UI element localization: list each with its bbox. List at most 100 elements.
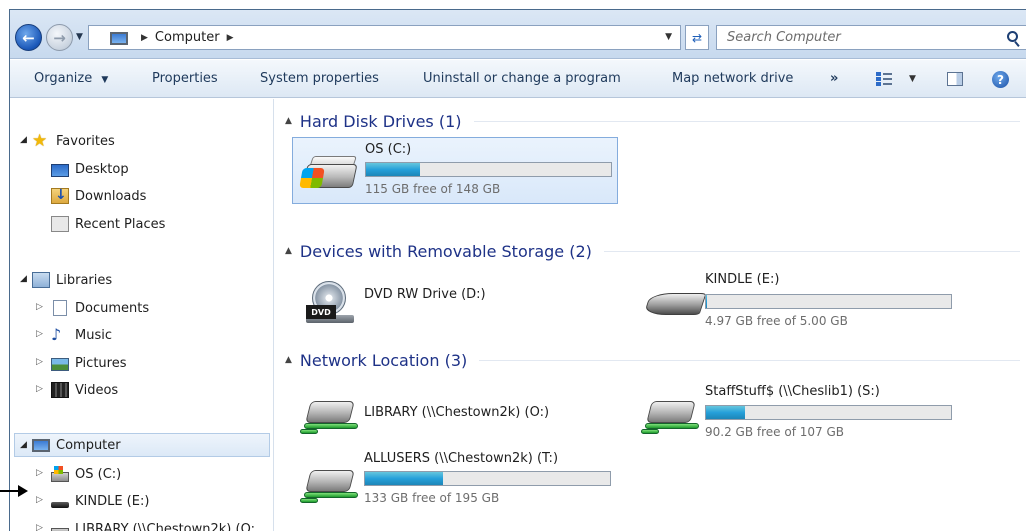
expand-arrow-icon[interactable]: ▷ bbox=[36, 523, 43, 531]
recent-pages-dropdown[interactable]: ▼ bbox=[76, 32, 83, 42]
expand-arrow-icon[interactable]: ▷ bbox=[36, 384, 43, 394]
group-title: Devices with Removable Storage (2) bbox=[299, 241, 592, 261]
drive-usage-bar bbox=[365, 162, 612, 177]
map-network-drive-button[interactable]: Map network drive bbox=[672, 71, 793, 86]
collapse-arrow-icon[interactable]: ◢ bbox=[20, 440, 27, 450]
address-bar[interactable]: ▶ Computer ▶ ▼ bbox=[88, 25, 681, 50]
nav-item-kindle[interactable]: KINDLE (E:) bbox=[51, 489, 149, 513]
more-commands-button[interactable]: » bbox=[830, 71, 838, 86]
drive-usage-fill bbox=[706, 295, 708, 308]
drive-usage-bar bbox=[705, 405, 952, 420]
search-icon[interactable] bbox=[1007, 31, 1018, 42]
nav-item-label: Recent Places bbox=[75, 216, 166, 232]
os-drive-icon bbox=[51, 466, 69, 482]
network-drive-icon bbox=[300, 464, 358, 503]
drive-tile-allusers[interactable]: ALLUSERS (\\Chestown2k) (T:) 133 GB free… bbox=[292, 448, 618, 514]
nav-item-downloads[interactable]: Downloads bbox=[51, 184, 146, 208]
collapse-arrow-icon[interactable]: ▲ bbox=[285, 355, 292, 365]
preview-pane-icon[interactable] bbox=[947, 72, 963, 86]
drive-tile-staffstuff[interactable]: StaffStuff$ (\\Cheslib1) (S:) 90.2 GB fr… bbox=[633, 379, 959, 445]
nav-item-desktop[interactable]: Desktop bbox=[51, 157, 129, 181]
nav-item-label: KINDLE (E:) bbox=[75, 493, 150, 509]
hard-drive-icon bbox=[299, 154, 359, 192]
nav-computer[interactable]: ◢ Computer bbox=[14, 433, 270, 457]
collapse-arrow-icon[interactable]: ▲ bbox=[285, 116, 292, 126]
drive-name: DVD RW Drive (D:) bbox=[364, 287, 486, 302]
collapse-arrow-icon[interactable]: ◢ bbox=[20, 274, 27, 284]
view-options-dropdown-icon[interactable]: ▼ bbox=[909, 74, 916, 84]
drive-usage-bar bbox=[364, 471, 611, 486]
group-header-hard-disk[interactable]: ▲ Hard Disk Drives (1) bbox=[275, 110, 1020, 132]
drive-tile-os[interactable]: OS (C:) 115 GB free of 148 GB bbox=[292, 137, 618, 204]
explorer-window: ← → ▼ ▶ Computer ▶ ▼ ⇄ Organize ▼ Proper… bbox=[9, 9, 1026, 531]
change-view-icon[interactable] bbox=[876, 72, 892, 86]
breadcrumb-separator-icon[interactable]: ▶ bbox=[141, 33, 148, 43]
address-history-dropdown-icon[interactable]: ▼ bbox=[665, 32, 672, 42]
forward-button[interactable]: → bbox=[46, 24, 73, 51]
divider bbox=[603, 250, 1020, 252]
group-header-removable[interactable]: ▲ Devices with Removable Storage (2) bbox=[275, 240, 1020, 262]
drive-name: OS (C:) bbox=[365, 142, 412, 157]
command-bar: Organize ▼ Properties System properties … bbox=[10, 60, 1026, 98]
group-title: Hard Disk Drives (1) bbox=[299, 111, 462, 131]
drive-free-space: 4.97 GB free of 5.00 GB bbox=[705, 314, 848, 328]
drive-name: KINDLE (E:) bbox=[705, 272, 780, 287]
nav-libraries-label: Libraries bbox=[56, 272, 113, 288]
pictures-icon bbox=[51, 357, 69, 371]
collapse-arrow-icon[interactable]: ▲ bbox=[285, 246, 292, 256]
nav-item-music[interactable]: ♪ Music bbox=[51, 323, 112, 347]
divider bbox=[473, 120, 1020, 122]
nav-item-label: Pictures bbox=[75, 355, 127, 371]
chevron-down-icon: ▼ bbox=[101, 75, 109, 85]
back-button[interactable]: ← bbox=[15, 24, 42, 51]
nav-computer-label: Computer bbox=[56, 437, 121, 453]
nav-item-videos[interactable]: Videos bbox=[51, 378, 118, 402]
organize-button[interactable]: Organize ▼ bbox=[34, 71, 108, 86]
drive-free-space: 90.2 GB free of 107 GB bbox=[705, 425, 844, 439]
system-properties-button[interactable]: System properties bbox=[260, 71, 379, 86]
drive-usage-fill bbox=[706, 406, 746, 419]
drive-tile-dvd[interactable]: DVD DVD RW Drive (D:) bbox=[292, 269, 618, 335]
nav-item-documents[interactable]: Documents bbox=[51, 296, 149, 320]
group-header-network[interactable]: ▲ Network Location (3) bbox=[275, 349, 1020, 371]
nav-item-label: Videos bbox=[75, 382, 119, 398]
refresh-button[interactable]: ⇄ bbox=[685, 25, 709, 50]
search-input[interactable] bbox=[727, 30, 987, 45]
content-pane: ▲ Hard Disk Drives (1) OS (C:) 115 GB fr… bbox=[275, 99, 1026, 531]
expand-arrow-icon[interactable]: ▷ bbox=[36, 357, 43, 367]
nav-item-recent-places[interactable]: Recent Places bbox=[51, 212, 165, 236]
expand-arrow-icon[interactable]: ▷ bbox=[36, 495, 43, 505]
drive-tile-kindle[interactable]: KINDLE (E:) 4.97 GB free of 5.00 GB bbox=[633, 269, 959, 335]
help-icon[interactable]: ? bbox=[992, 71, 1009, 88]
expand-arrow-icon[interactable]: ▷ bbox=[36, 329, 43, 339]
uninstall-program-button[interactable]: Uninstall or change a program bbox=[423, 71, 621, 86]
breadcrumb-computer[interactable]: Computer bbox=[155, 30, 220, 45]
search-box[interactable] bbox=[716, 25, 1026, 50]
computer-icon bbox=[32, 439, 50, 452]
downloads-folder-icon bbox=[51, 187, 69, 204]
music-icon: ♪ bbox=[51, 325, 62, 344]
drive-name: StaffStuff$ (\\Cheslib1) (S:) bbox=[705, 384, 880, 399]
documents-icon bbox=[53, 300, 67, 316]
nav-favorites[interactable]: ★ Favorites bbox=[32, 129, 115, 153]
nav-libraries[interactable]: Libraries bbox=[32, 268, 112, 292]
nav-item-label: Music bbox=[75, 327, 112, 343]
dvd-drive-icon: DVD bbox=[300, 281, 358, 323]
nav-item-label: Downloads bbox=[75, 188, 147, 204]
organize-label: Organize bbox=[34, 71, 93, 86]
collapse-arrow-icon[interactable]: ◢ bbox=[20, 135, 27, 145]
expand-arrow-icon[interactable]: ▷ bbox=[36, 302, 43, 312]
nav-item-library-network[interactable]: LIBRARY (\\Chestown2k) (O: bbox=[51, 517, 255, 531]
breadcrumb-separator-icon[interactable]: ▶ bbox=[227, 33, 234, 43]
drive-tile-library-network[interactable]: LIBRARY (\\Chestown2k) (O:) bbox=[292, 379, 618, 445]
refresh-icon: ⇄ bbox=[691, 30, 703, 45]
nav-item-os-drive[interactable]: OS (C:) bbox=[51, 462, 121, 486]
drive-free-space: 133 GB free of 195 GB bbox=[364, 491, 500, 505]
address-row: ← → ▼ ▶ Computer ▶ ▼ ⇄ bbox=[10, 10, 1026, 59]
nav-item-pictures[interactable]: Pictures bbox=[51, 351, 126, 375]
expand-arrow-icon[interactable]: ▷ bbox=[36, 468, 43, 478]
nav-item-label: OS (C:) bbox=[75, 466, 122, 482]
network-drive-icon bbox=[51, 527, 69, 531]
properties-button[interactable]: Properties bbox=[152, 71, 218, 86]
navigation-pane: ◢ ★ Favorites Desktop Downloads Recent P… bbox=[10, 99, 274, 531]
